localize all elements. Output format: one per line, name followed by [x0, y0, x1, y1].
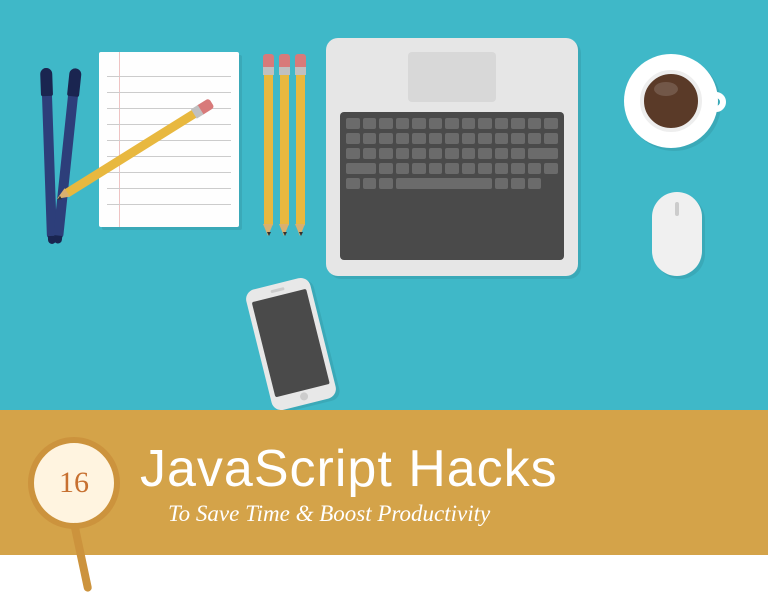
- keyboard-key: [511, 178, 525, 190]
- keyboard-key: [478, 163, 492, 175]
- keyboard-key: [511, 133, 525, 145]
- keyboard-key: [445, 133, 459, 145]
- coffee-cup-icon: [624, 54, 718, 148]
- keyboard-key: [462, 148, 476, 160]
- keyboard-key: [396, 178, 492, 190]
- title-banner: 16 JavaScript Hacks To Save Time & Boost…: [0, 410, 768, 555]
- keyboard-key: [478, 133, 492, 145]
- keyboard-key: [528, 178, 542, 190]
- keyboard-key: [445, 163, 459, 175]
- desk-scene: [0, 0, 768, 410]
- pencil-icon: [296, 64, 305, 226]
- notepad-icon: [99, 52, 239, 227]
- keyboard-key: [478, 148, 492, 160]
- keyboard-key: [511, 118, 525, 130]
- keyboard-key: [528, 163, 542, 175]
- pencil-icon: [264, 64, 273, 226]
- keyboard-key: [445, 148, 459, 160]
- keyboard-key: [495, 148, 509, 160]
- badge-number: 16: [59, 466, 89, 500]
- laptop-icon: [326, 38, 578, 276]
- keyboard-key: [429, 148, 443, 160]
- keyboard-key: [346, 118, 360, 130]
- keyboard-key: [379, 163, 393, 175]
- keyboard-key: [363, 148, 377, 160]
- smartphone-icon: [244, 276, 338, 412]
- keyboard-key: [412, 148, 426, 160]
- keyboard-key: [412, 118, 426, 130]
- keyboard-key: [363, 178, 377, 190]
- banner-subtitle: To Save Time & Boost Productivity: [168, 501, 558, 527]
- keyboard-key: [346, 178, 360, 190]
- keyboard-key: [396, 118, 410, 130]
- keyboard-key: [544, 118, 558, 130]
- keyboard-key: [478, 118, 492, 130]
- keyboard-key: [528, 133, 542, 145]
- keyboard-key: [379, 118, 393, 130]
- keyboard-key: [528, 148, 558, 160]
- keyboard-key: [346, 163, 376, 175]
- mouse-icon: [652, 192, 702, 276]
- keyboard-key: [511, 148, 525, 160]
- keyboard-key: [412, 133, 426, 145]
- keyboard-key: [429, 163, 443, 175]
- keyboard-key: [363, 118, 377, 130]
- magnifier-badge-icon: 16: [28, 437, 120, 529]
- keyboard-key: [511, 163, 525, 175]
- keyboard-key: [495, 118, 509, 130]
- keyboard-key: [445, 118, 459, 130]
- keyboard-key: [544, 133, 558, 145]
- keyboard-key: [429, 133, 443, 145]
- pen-icon: [41, 68, 57, 238]
- keyboard-key: [495, 133, 509, 145]
- keyboard-key: [363, 133, 377, 145]
- keyboard-key: [429, 118, 443, 130]
- keyboard-key: [462, 133, 476, 145]
- banner-title: JavaScript Hacks: [140, 439, 558, 499]
- keyboard-key: [346, 133, 360, 145]
- keyboard-key: [528, 118, 542, 130]
- keyboard-key: [396, 163, 410, 175]
- keyboard-key: [379, 178, 393, 190]
- keyboard-key: [396, 133, 410, 145]
- pencil-icon: [280, 64, 289, 226]
- keyboard-key: [412, 163, 426, 175]
- keyboard-key: [495, 178, 509, 190]
- keyboard-key: [462, 118, 476, 130]
- keyboard-key: [379, 148, 393, 160]
- pen-icon: [53, 68, 81, 238]
- keyboard-key: [396, 148, 410, 160]
- keyboard-key: [379, 133, 393, 145]
- keyboard-key: [544, 163, 558, 175]
- keyboard-key: [495, 163, 509, 175]
- keyboard-key: [462, 163, 476, 175]
- keyboard-key: [346, 148, 360, 160]
